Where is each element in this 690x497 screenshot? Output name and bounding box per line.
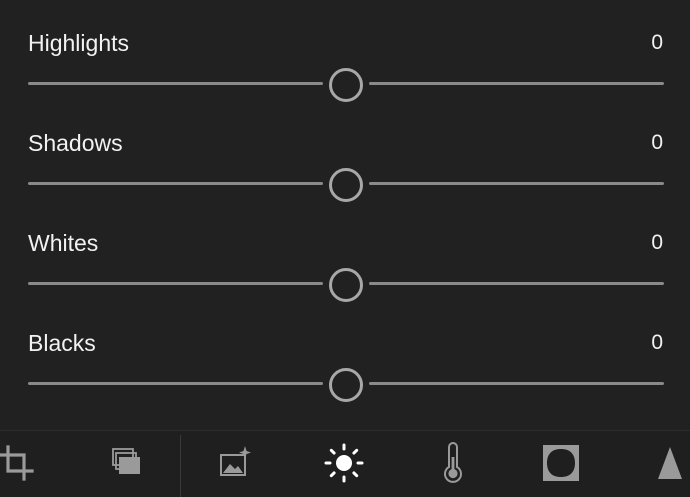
- light-adjustments-panel: Highlights 0 Shadows 0 Whites 0 Blacks 0: [0, 0, 690, 430]
- highlights-label: Highlights: [28, 30, 129, 56]
- highlights-track-left[interactable]: [28, 82, 323, 85]
- crop-tool-button[interactable]: [0, 441, 38, 485]
- highlights-value[interactable]: 0: [651, 29, 663, 57]
- light-tool-button[interactable]: [322, 441, 366, 485]
- shadows-label: Shadows: [28, 130, 123, 156]
- blacks-slider-thumb[interactable]: [329, 368, 363, 402]
- edit-toolbar: [0, 430, 690, 497]
- whites-slider-thumb[interactable]: [329, 268, 363, 302]
- shadows-value[interactable]: 0: [651, 129, 663, 157]
- shadows-slider-thumb[interactable]: [329, 168, 363, 202]
- light-icon: [322, 441, 366, 485]
- shadows-slider-row: Shadows 0: [0, 105, 690, 205]
- toolbar-divider: [180, 435, 181, 497]
- whites-track-left[interactable]: [28, 282, 323, 285]
- shadows-track-left[interactable]: [28, 182, 323, 185]
- effects-tool-button[interactable]: [539, 441, 583, 485]
- color-temperature-icon: [433, 441, 473, 485]
- whites-label: Whites: [28, 230, 99, 256]
- blacks-value[interactable]: 0: [651, 329, 663, 357]
- presets-tool-button[interactable]: [101, 441, 145, 485]
- blacks-track-right[interactable]: [369, 382, 664, 385]
- presets-icon: [105, 445, 141, 481]
- whites-value[interactable]: 0: [651, 229, 663, 257]
- blacks-slider-row: Blacks 0: [0, 305, 690, 405]
- auto-enhance-tool-button[interactable]: [212, 441, 256, 485]
- whites-slider-row: Whites 0: [0, 205, 690, 305]
- shadows-track-right[interactable]: [369, 182, 664, 185]
- blacks-label: Blacks: [28, 330, 96, 356]
- highlights-slider-row: Highlights 0: [0, 5, 690, 105]
- crop-icon: [0, 443, 36, 483]
- detail-tool-button[interactable]: [650, 441, 690, 485]
- whites-track-right[interactable]: [369, 282, 664, 285]
- auto-enhance-icon: [214, 443, 254, 483]
- color-tool-button[interactable]: [431, 441, 475, 485]
- detail-icon: [652, 443, 690, 483]
- vignette-icon: [541, 443, 581, 483]
- blacks-track-left[interactable]: [28, 382, 323, 385]
- highlights-track-right[interactable]: [369, 82, 664, 85]
- highlights-slider-thumb[interactable]: [329, 68, 363, 102]
